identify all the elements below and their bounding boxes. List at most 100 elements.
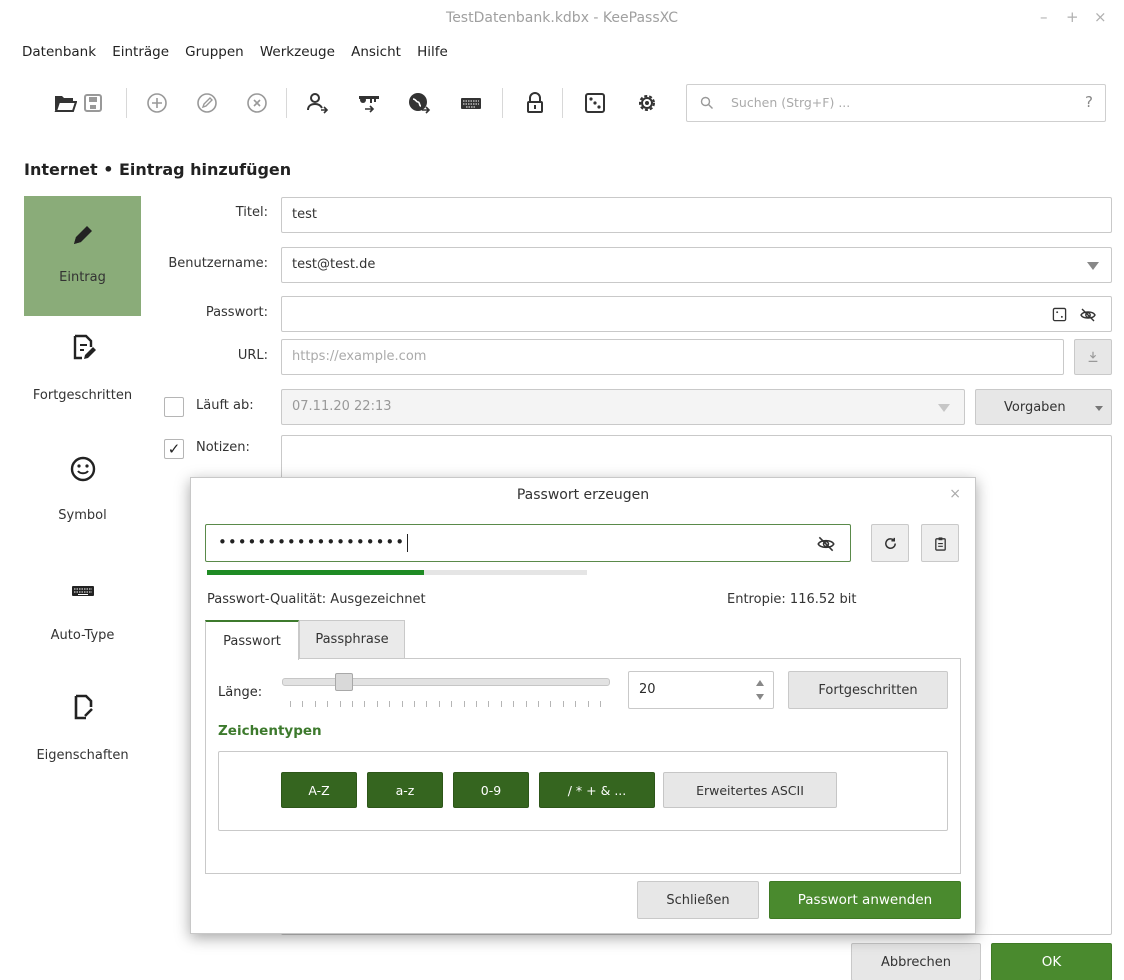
slider-tick: [389, 701, 391, 707]
search-icon: [700, 96, 713, 109]
chevron-down-icon[interactable]: [1087, 262, 1099, 270]
url-field[interactable]: https://example.com: [281, 339, 1064, 375]
char-type-numbers[interactable]: 0-9: [453, 772, 529, 808]
maximize-button[interactable]: +: [1066, 8, 1079, 26]
cancel-button[interactable]: Abbrechen: [851, 943, 981, 980]
sidebar-item-entry[interactable]: Eintrag: [24, 196, 141, 316]
eye-slash-icon[interactable]: [816, 534, 836, 554]
generated-password-field[interactable]: •••••••••••••••••••: [205, 524, 851, 562]
ok-button[interactable]: OK: [991, 943, 1112, 980]
menu-tools[interactable]: Werkzeuge: [260, 44, 335, 60]
generated-password-value: •••••••••••••••••••: [218, 533, 406, 551]
username-label: Benutzername:: [168, 256, 268, 271]
slider-tick: [290, 701, 291, 707]
expires-checkbox[interactable]: [164, 397, 184, 417]
spin-arrows-icon[interactable]: [755, 676, 765, 704]
slider-tick: [600, 701, 601, 707]
sidebar-item-label: Eigenschaften: [36, 748, 129, 763]
slider-tick: [587, 701, 589, 707]
title-label: Titel:: [235, 205, 268, 220]
sidebar-item-label: Auto-Type: [50, 628, 115, 643]
username-field[interactable]: test@test.de: [281, 247, 1112, 283]
notes-checkbox[interactable]: ✓: [164, 439, 184, 459]
char-type-extended-ascii[interactable]: Erweitertes ASCII: [663, 772, 837, 808]
password-label: Passwort:: [205, 305, 268, 320]
length-slider-handle[interactable]: [334, 673, 353, 691]
apply-password-button[interactable]: Passwort anwenden: [769, 881, 961, 919]
expires-value: 07.11.20 22:13: [292, 399, 392, 414]
expires-field[interactable]: 07.11.20 22:13: [281, 389, 965, 425]
delete-entry-icon[interactable]: [242, 88, 272, 118]
advanced-button[interactable]: Fortgeschritten: [788, 671, 948, 709]
slider-tick: [438, 701, 440, 707]
length-spinbox[interactable]: 20: [628, 671, 774, 709]
presets-button[interactable]: Vorgaben: [975, 389, 1112, 425]
menu-bar: Datenbank Einträge Gruppen Werkzeuge Ans…: [22, 44, 460, 66]
password-quality: Passwort-Qualität: Ausgezeichnet: [207, 592, 426, 607]
slider-tick: [562, 701, 564, 707]
close-window-button[interactable]: ×: [1094, 8, 1107, 26]
menu-database[interactable]: Datenbank: [22, 44, 96, 60]
url-placeholder: https://example.com: [292, 349, 427, 364]
slider-tick: [463, 701, 465, 707]
sidebar-item-advanced[interactable]: Fortgeschritten: [24, 316, 141, 436]
menu-view[interactable]: Ansicht: [351, 44, 401, 60]
dialog-close-button[interactable]: ×: [949, 486, 961, 502]
title-field[interactable]: test: [281, 197, 1112, 233]
tab-password[interactable]: Passwort: [205, 620, 299, 660]
password-generator-dialog: Passwort erzeugen × ••••••••••••••••••• …: [190, 477, 976, 934]
sidebar-item-auto-type[interactable]: Auto-Type: [24, 556, 141, 676]
open-url-icon[interactable]: [404, 88, 434, 118]
slider-tick: [488, 701, 490, 707]
char-type-lowercase[interactable]: a-z: [367, 772, 443, 808]
slider-tick: [352, 701, 353, 707]
close-button[interactable]: Schließen: [637, 881, 759, 919]
char-types-group: A-Z a-z 0-9 / * + & ... Erweitertes ASCI…: [218, 751, 948, 831]
password-generator-icon[interactable]: [1052, 307, 1067, 322]
password-strength-bar: [207, 570, 587, 575]
menu-groups[interactable]: Gruppen: [185, 44, 244, 60]
copy-username-icon[interactable]: [302, 88, 332, 118]
keyboard-icon: [24, 576, 141, 610]
length-slider[interactable]: [282, 678, 610, 686]
slider-tick: [476, 701, 477, 707]
password-field[interactable]: [281, 296, 1112, 332]
notes-label: Notizen:: [196, 440, 250, 455]
copy-password-button[interactable]: [921, 524, 959, 562]
download-favicon-button[interactable]: [1074, 339, 1112, 375]
password-strength-fill: [207, 570, 424, 575]
document-edit-icon: [24, 332, 141, 366]
add-entry-icon[interactable]: [142, 88, 172, 118]
sidebar-item-properties[interactable]: Eigenschaften: [24, 676, 141, 796]
menu-entries[interactable]: Einträge: [112, 44, 169, 60]
menu-help[interactable]: Hilfe: [417, 44, 448, 60]
regenerate-button[interactable]: [871, 524, 909, 562]
document-arrow-icon: [24, 692, 141, 726]
char-type-uppercase[interactable]: A-Z: [281, 772, 357, 808]
slider-tick: [550, 701, 552, 707]
presets-label: Vorgaben: [1004, 399, 1066, 415]
page-title: Internet • Eintrag hinzufügen: [24, 160, 292, 179]
slider-tick: [538, 701, 539, 707]
settings-icon[interactable]: [632, 88, 662, 118]
minimize-button[interactable]: –: [1040, 8, 1048, 26]
tab-passphrase[interactable]: Passphrase: [299, 620, 405, 658]
search-help-button[interactable]: ?: [1085, 93, 1093, 111]
save-database-icon[interactable]: [78, 88, 108, 118]
open-database-icon[interactable]: [50, 88, 80, 118]
slider-tick: [414, 701, 415, 707]
char-type-special[interactable]: / * + & ...: [539, 772, 655, 808]
sidebar-item-symbol[interactable]: Symbol: [24, 436, 141, 556]
copy-password-icon[interactable]: [354, 88, 384, 118]
chevron-down-icon[interactable]: [938, 404, 950, 412]
eye-slash-icon[interactable]: [1079, 306, 1097, 324]
auto-type-icon[interactable]: [456, 88, 486, 118]
search-input[interactable]: Suchen (Strg+F) ... ?: [686, 84, 1106, 122]
edit-entry-icon[interactable]: [192, 88, 222, 118]
entry-sidebar: Eintrag Fortgeschritten Symbol Auto-Type…: [24, 196, 141, 936]
password-generator-icon[interactable]: [580, 88, 610, 118]
lock-database-icon[interactable]: [520, 88, 550, 118]
length-slider-ticks: [290, 701, 602, 709]
sidebar-item-label: Symbol: [58, 508, 107, 523]
slider-tick: [339, 701, 341, 707]
